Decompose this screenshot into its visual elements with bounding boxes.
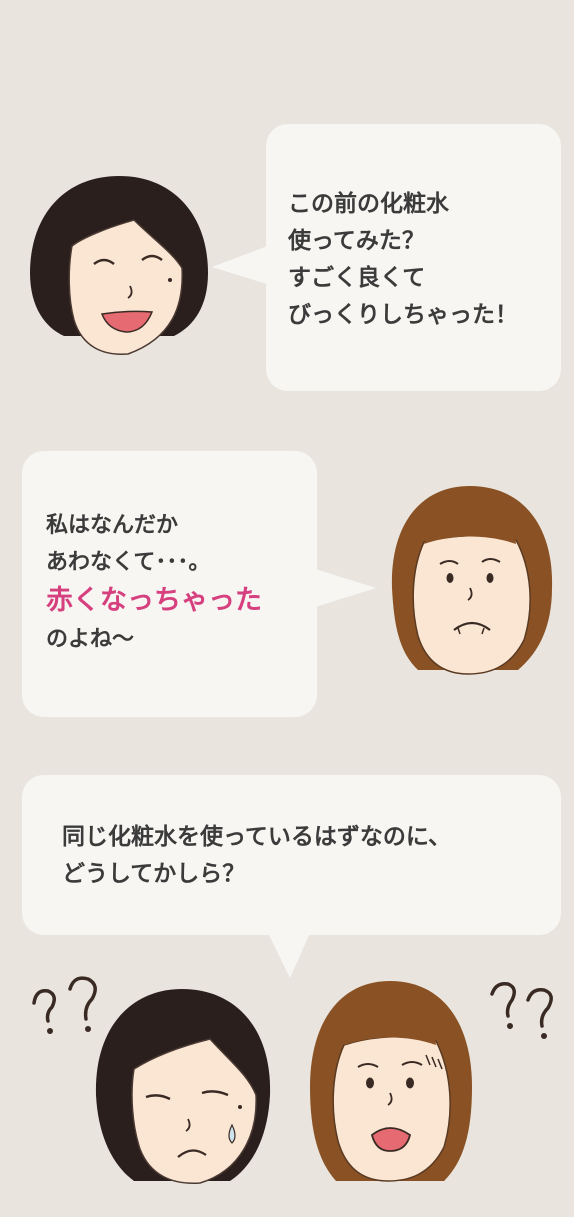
bubble-1-line-2: 使ってみた？ — [288, 228, 425, 254]
puzzled-brown-haired-woman-icon — [310, 981, 472, 1182]
bubble-2-tail — [312, 568, 376, 608]
bubble-1-line-1: この前の化粧水 — [288, 191, 449, 217]
worried-woman-face-icon — [391, 486, 553, 675]
speech-bubble-2: 私はなんだか あわなくて･･･。 赤くなっちゃった のよね～ — [22, 451, 317, 717]
bubble-2-line-2: あわなくて･･･。 — [46, 550, 211, 575]
speech-bubble-3: 同じ化粧水を使っているはずなのに、 どうしてかしら？ — [22, 775, 561, 935]
bubble-3-line-1: 同じ化粧水を使っているはずなのに、 — [62, 824, 452, 850]
bubble-2-highlight: 赤くなっちゃった — [46, 585, 262, 616]
bubble-1-line-3: すごく良くて — [288, 265, 426, 291]
speech-bubble-1: この前の化粧水 使ってみた？ すごく良くて びっくりしちゃった！ — [266, 124, 561, 391]
smiling-woman-face-icon — [30, 176, 208, 355]
question-marks-right-icon — [490, 981, 553, 1039]
puzzled-black-haired-woman-icon — [95, 989, 271, 1184]
bubble-1-line-4: びっくりしちゃった！ — [288, 302, 518, 328]
bubble-1-tail — [212, 245, 270, 285]
bubble-2-line-4: のよね～ — [46, 627, 135, 652]
bubble-3-line-2: どうしてかしら？ — [62, 861, 246, 887]
bubble-3-tail — [268, 933, 310, 978]
bubble-2-line-1: 私はなんだか — [46, 513, 179, 538]
